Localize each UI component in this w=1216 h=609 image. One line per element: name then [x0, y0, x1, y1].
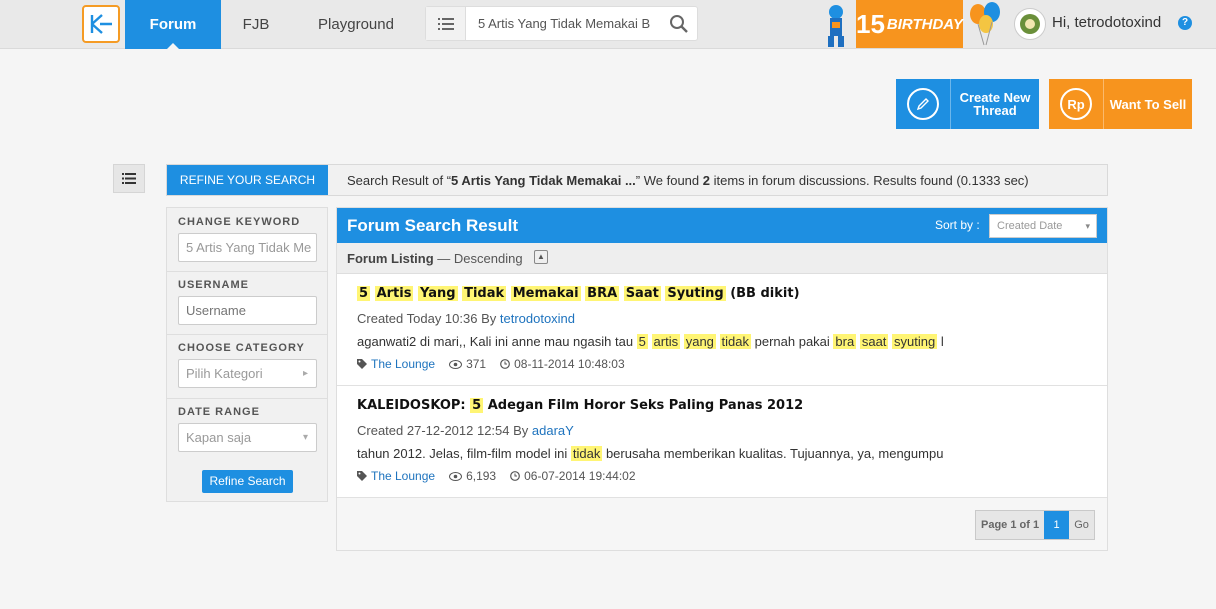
- nav-tab-fjb[interactable]: FJB: [232, 0, 280, 49]
- tag-icon: [357, 471, 367, 481]
- page-info: Page 1 of 1: [981, 519, 1040, 531]
- clock-icon: [510, 471, 520, 481]
- refine-sidebar: CHANGE KEYWORD USERNAME CHOOSE CATEGORY …: [166, 207, 328, 502]
- search-summary-bar: REFINE YOUR SEARCH Search Result of “5 A…: [166, 164, 1108, 196]
- mascot-icon: [828, 5, 844, 47]
- category-link[interactable]: The Lounge: [371, 357, 435, 371]
- view-count: 6,193: [466, 469, 497, 483]
- chevron-down-icon: ▾: [1085, 221, 1090, 231]
- result-footer: The Lounge 371 08-11-2014 10:48:03: [357, 357, 639, 371]
- result-footer: The Lounge 6,193 06-07-2014 19:44:02: [357, 469, 650, 483]
- result-count: 2: [702, 173, 710, 188]
- eye-icon: [449, 471, 463, 481]
- post-date: 06-07-2014 19:44:02: [524, 469, 636, 483]
- view-count: 371: [466, 357, 487, 371]
- create-thread-button[interactable]: Create New Thread: [896, 79, 1039, 129]
- date-range-label: DATE RANGE: [178, 406, 260, 418]
- search-input[interactable]: [478, 7, 658, 40]
- nav-tab-playground[interactable]: Playground: [306, 0, 406, 49]
- listing-bar: Forum Listing — Descending ▲: [337, 243, 1107, 274]
- page-go-button[interactable]: Go: [1069, 519, 1094, 531]
- search-icon[interactable]: [669, 14, 689, 34]
- nav-tab-forum[interactable]: Forum: [125, 0, 221, 49]
- result-snippet: tahun 2012. Jelas, film-film model ini t…: [357, 446, 944, 461]
- tag-icon: [357, 359, 367, 369]
- avatar[interactable]: [1014, 8, 1046, 40]
- result-meta: Created Today 10:36 By tetrodotoxind: [357, 311, 576, 326]
- eye-icon: [449, 359, 463, 369]
- result-item: 5 Artis Yang Tidak Memakai BRA Saat Syut…: [337, 274, 1107, 386]
- page-1-button[interactable]: 1: [1044, 511, 1070, 539]
- author-link[interactable]: adaraY: [532, 423, 574, 438]
- avatar-image-icon: [1020, 14, 1040, 34]
- want-to-sell-label: Want To Sell: [1109, 96, 1187, 112]
- search-box: [425, 6, 698, 41]
- result-title[interactable]: KALEIDOSKOP: 5 Adegan Film Horor Seks Pa…: [357, 398, 803, 413]
- collapse-icon[interactable]: ▲: [534, 250, 548, 264]
- post-date: 08-11-2014 10:48:03: [514, 357, 625, 371]
- logo-k-icon: [90, 14, 112, 34]
- birthday-number: 15: [855, 8, 885, 39]
- results-header: Forum Search Result Sort by : Created Da…: [337, 208, 1107, 243]
- help-icon[interactable]: ?: [1178, 16, 1192, 30]
- results-panel: Forum Search Result Sort by : Created Da…: [336, 207, 1108, 551]
- username-label: USERNAME: [178, 279, 249, 291]
- create-thread-label: Create New Thread: [959, 90, 1031, 118]
- search-category-button[interactable]: [426, 7, 466, 40]
- chevron-right-icon: ▸: [302, 368, 308, 379]
- list-icon: [122, 173, 136, 184]
- username-input[interactable]: [178, 296, 317, 325]
- clock-icon: [500, 359, 510, 369]
- balloons-icon: [970, 2, 1000, 46]
- result-title[interactable]: 5 Artis Yang Tidak Memakai BRA Saat Syut…: [357, 286, 800, 301]
- username-section: USERNAME: [167, 272, 327, 335]
- want-to-sell-button[interactable]: Rp Want To Sell: [1049, 79, 1192, 129]
- user-greeting[interactable]: Hi, tetrodotoxind: [1052, 14, 1161, 31]
- top-navbar: Forum FJB Playground 15 BIRTHDAY: [0, 0, 1216, 49]
- list-icon: [437, 17, 454, 30]
- author-link[interactable]: tetrodotoxind: [500, 311, 575, 326]
- result-snippet: aganwati2 di mari,, Kali ini anne mau ng…: [357, 334, 944, 349]
- category-label: CHOOSE CATEGORY: [178, 342, 305, 354]
- category-link[interactable]: The Lounge: [371, 469, 435, 483]
- date-range-select[interactable]: Kapan saja ▾: [178, 423, 317, 452]
- refine-search-button[interactable]: Refine Search: [202, 470, 293, 493]
- keyword-section: CHANGE KEYWORD: [167, 208, 327, 272]
- category-section: CHOOSE CATEGORY Pilih Kategori ▸: [167, 335, 327, 399]
- result-meta: Created 27-12-2012 12:54 By adaraY: [357, 423, 574, 438]
- sort-label: Sort by :: [935, 218, 980, 232]
- sort-select[interactable]: Created Date ▾: [989, 214, 1097, 238]
- refine-search-tab[interactable]: REFINE YOUR SEARCH: [167, 165, 328, 195]
- search-summary: Search Result of “5 Artis Yang Tidak Mem…: [347, 173, 1029, 188]
- search-query: 5 Artis Yang Tidak Memakai ...: [451, 173, 636, 188]
- kaskus-logo[interactable]: [82, 5, 120, 43]
- birthday-banner[interactable]: 15 BIRTHDAY: [856, 0, 963, 48]
- results-title: Forum Search Result: [347, 216, 518, 235]
- date-range-section: DATE RANGE Kapan saja ▾: [167, 399, 327, 461]
- chevron-down-icon: ▾: [302, 432, 308, 443]
- toggle-sidebar-button[interactable]: [113, 164, 145, 193]
- pagination: Page 1 of 1 1 Go: [975, 510, 1096, 540]
- keyword-label: CHANGE KEYWORD: [178, 216, 301, 228]
- keyword-input[interactable]: [178, 233, 317, 262]
- birthday-word: BIRTHDAY: [886, 15, 964, 33]
- rupiah-icon: Rp: [1060, 88, 1092, 120]
- pencil-icon: [907, 88, 939, 120]
- category-select[interactable]: Pilih Kategori ▸: [178, 359, 317, 388]
- result-item: KALEIDOSKOP: 5 Adegan Film Horor Seks Pa…: [337, 386, 1107, 498]
- listing-label: Forum Listing — Descending: [347, 251, 523, 266]
